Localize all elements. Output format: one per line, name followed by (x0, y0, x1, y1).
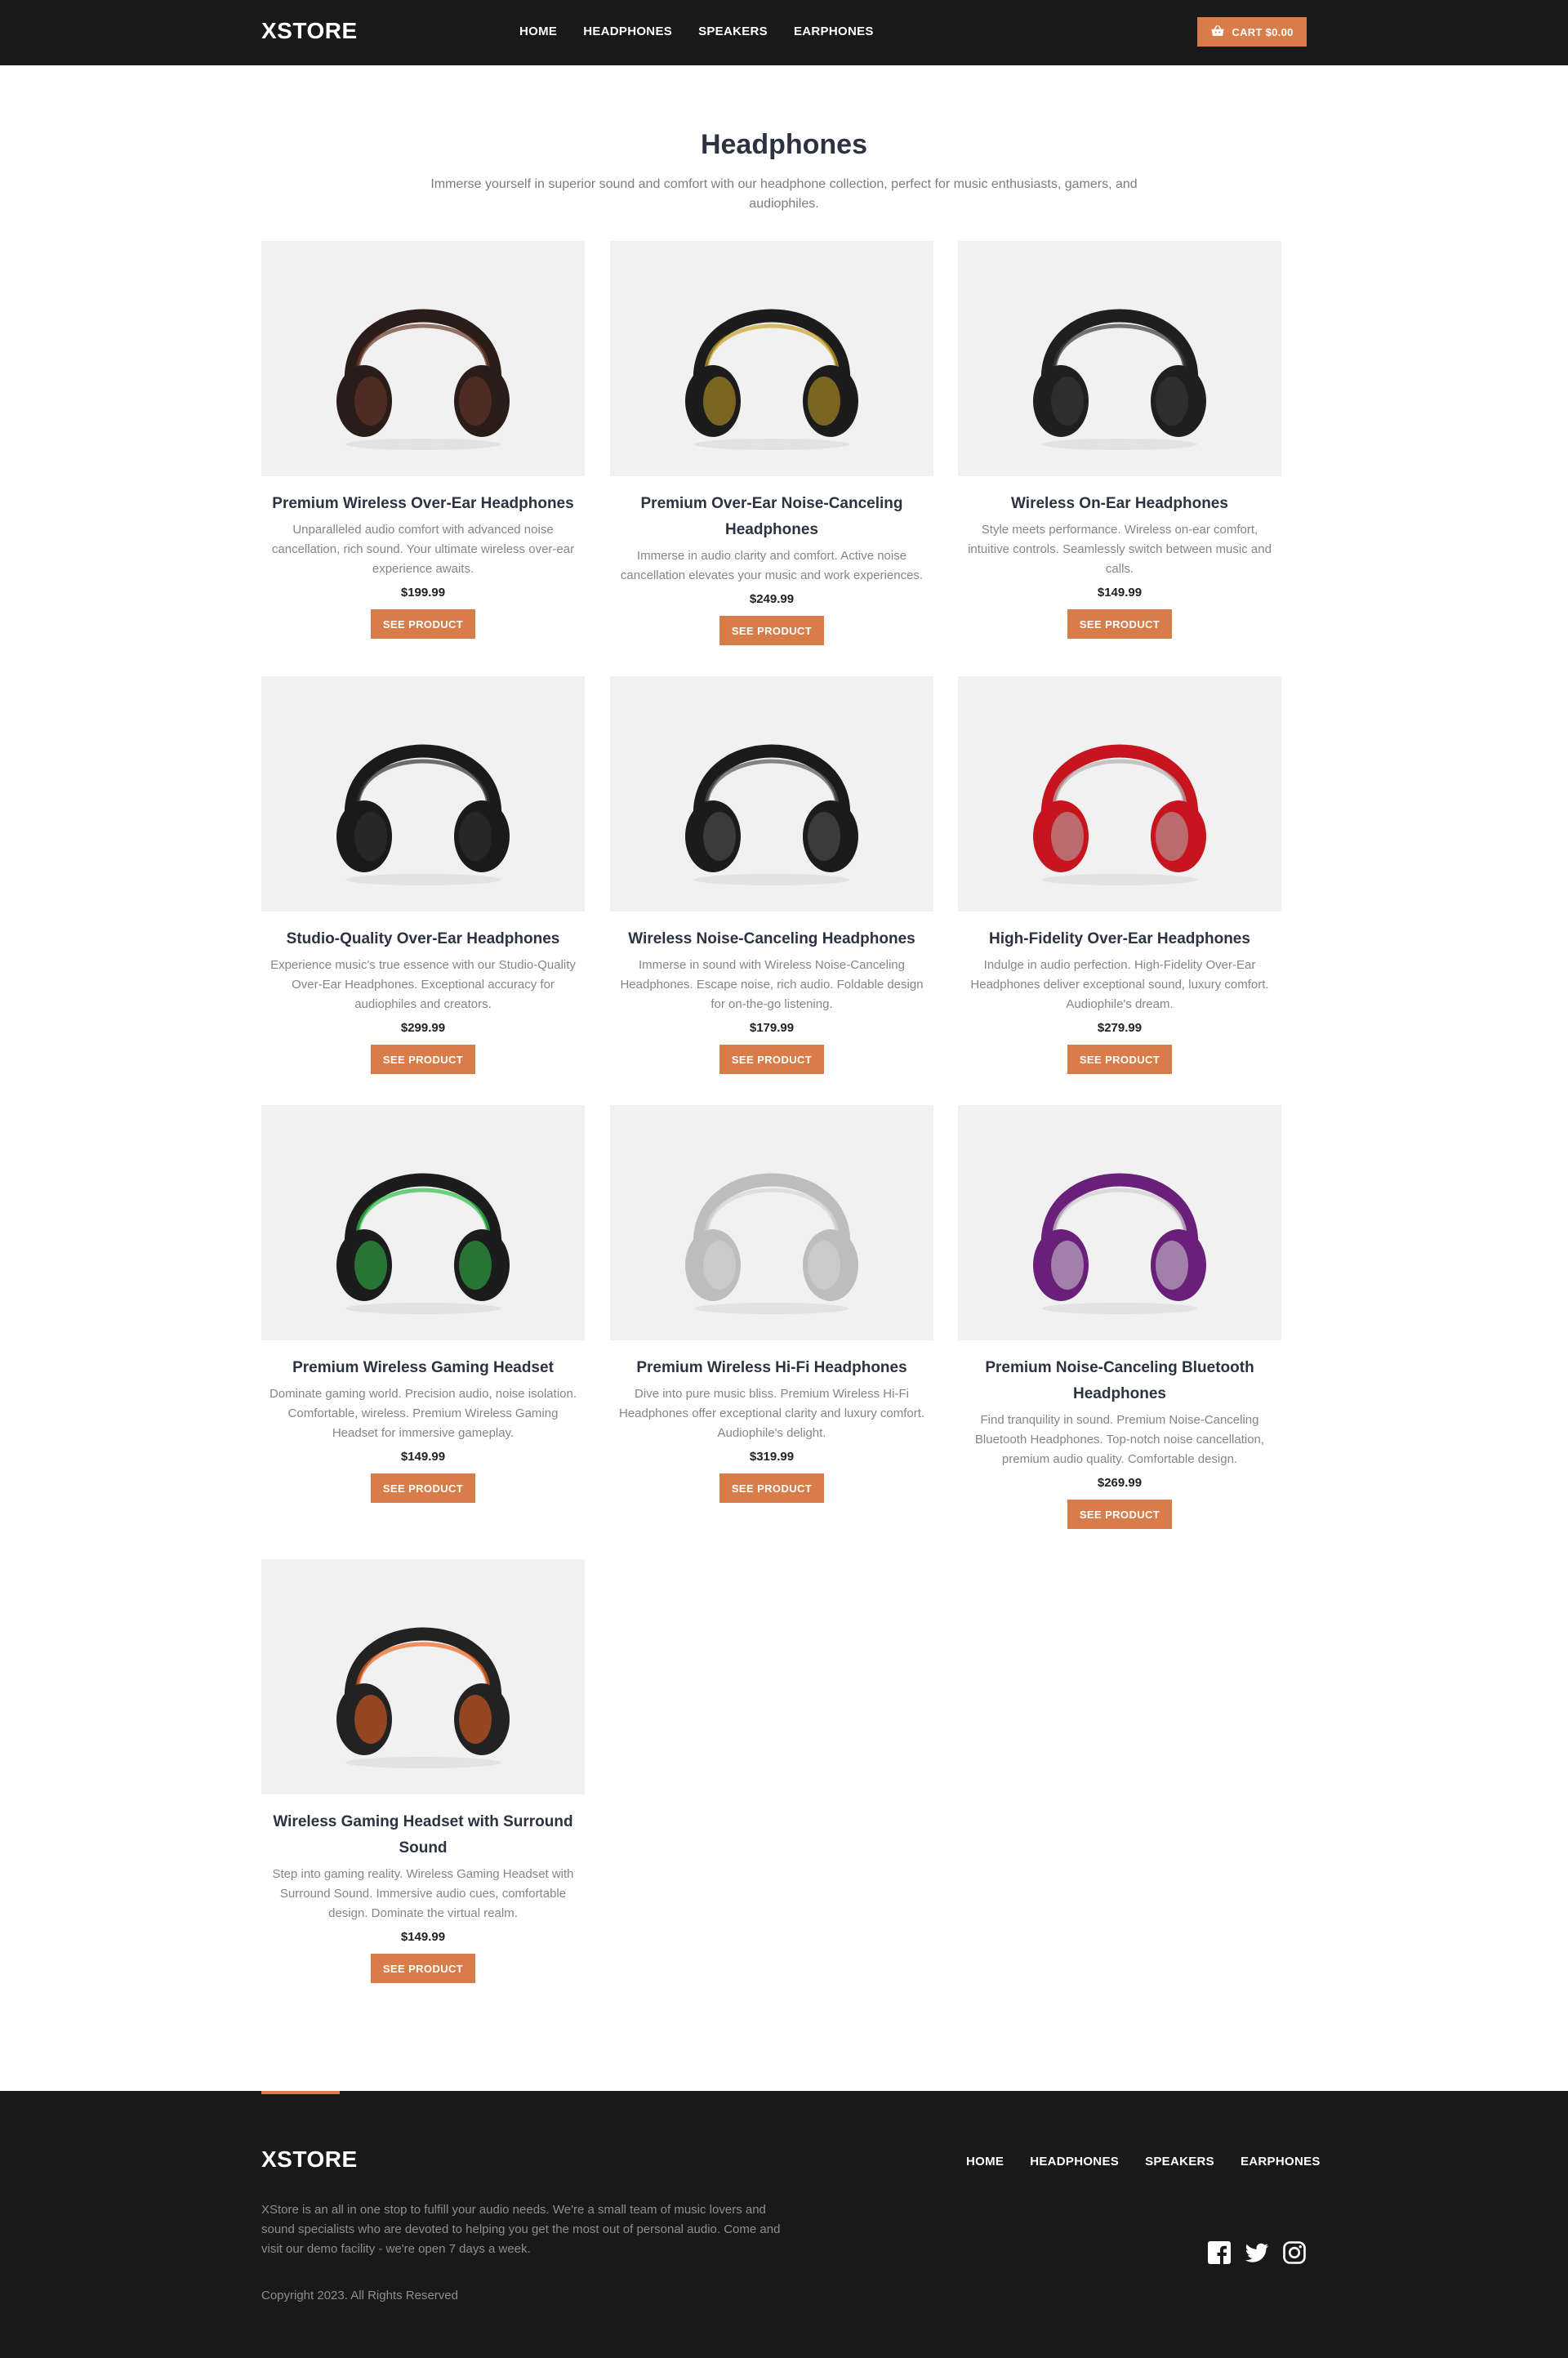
brand-logo[interactable]: XSTORE (261, 18, 358, 44)
headphones-icon (1033, 309, 1206, 450)
nav-home-link[interactable]: HOME (519, 25, 557, 38)
see-product-button[interactable]: SEE PRODUCT (1067, 609, 1172, 639)
product-price: $179.99 (749, 1021, 795, 1035)
product-description: Immerse in audio clarity and comfort. Ac… (620, 549, 924, 582)
product-price: $249.99 (749, 592, 795, 606)
site-footer: XSTORE HOME HEADPHONES SPEAKERS EARPHONE… (0, 2091, 1568, 2358)
product-card: Studio-Quality Over-Ear Headphones Experi… (261, 676, 585, 1074)
product-description: Find tranquility in sound. Premium Noise… (974, 1413, 1265, 1466)
product-description: Step into gaming reality. Wireless Gamin… (272, 1867, 574, 1920)
headphones-icon (685, 309, 858, 450)
see-product-button[interactable]: SEE PRODUCT (719, 616, 824, 645)
cart-label: CART $0.00 (1232, 25, 1294, 38)
see-product-button[interactable]: SEE PRODUCT (371, 1473, 475, 1503)
headphones-icon (1033, 1173, 1206, 1314)
product-description: Unparalleled audio comfort with advanced… (271, 523, 575, 576)
footer-nav: HOME HEADPHONES SPEAKERS EARPHONES (966, 2155, 1321, 2169)
page-title: Headphones (700, 129, 868, 160)
headphones-icon (336, 1173, 510, 1314)
product-card: Wireless On-Ear Headphones Style meets pe… (958, 241, 1281, 639)
product-card: Wireless Noise-Canceling Headphones Immer… (610, 676, 933, 1074)
product-image[interactable] (958, 1105, 1281, 1340)
see-product-button[interactable]: SEE PRODUCT (1067, 1045, 1172, 1074)
product-image[interactable] (261, 676, 585, 912)
product-price: $149.99 (400, 1450, 446, 1464)
product-name[interactable]: Premium Noise-Canceling Bluetooth Headph… (958, 1355, 1281, 1407)
nav-speakers-link[interactable]: SPEAKERS (698, 25, 768, 38)
cart-button[interactable]: CART $0.00 (1197, 17, 1307, 47)
basket-icon (1210, 24, 1225, 41)
headphones-icon (336, 744, 510, 885)
product-description: Dominate gaming world. Precision audio, … (269, 1387, 577, 1440)
page-subtitle: Immerse yourself in superior sound and c… (430, 177, 1138, 211)
see-product-button[interactable]: SEE PRODUCT (1067, 1500, 1172, 1529)
see-product-button[interactable]: SEE PRODUCT (371, 609, 475, 639)
footer-nav-speakers-link[interactable]: SPEAKERS (1145, 2155, 1214, 2169)
headphones-icon (685, 744, 858, 885)
product-image[interactable] (610, 1105, 933, 1340)
product-image[interactable] (261, 241, 585, 476)
product-card: Premium Noise-Canceling Bluetooth Headph… (958, 1105, 1281, 1529)
see-product-button[interactable]: SEE PRODUCT (719, 1473, 824, 1503)
product-name[interactable]: Studio-Quality Over-Ear Headphones (261, 926, 585, 952)
nav-headphones-link[interactable]: HEADPHONES (583, 25, 672, 38)
headphones-icon (336, 309, 510, 450)
product-card: Premium Wireless Hi-Fi Headphones Dive in… (610, 1105, 933, 1503)
product-image[interactable] (261, 1559, 585, 1794)
product-image[interactable] (610, 676, 933, 912)
product-image[interactable] (610, 241, 933, 476)
product-name[interactable]: Wireless On-Ear Headphones (958, 491, 1281, 517)
product-card: Wireless Gaming Headset with Surround So… (261, 1559, 585, 1983)
main-nav: HOME HEADPHONES SPEAKERS EARPHONES (519, 25, 874, 38)
product-price: $149.99 (400, 1930, 446, 1944)
footer-nav-home-link[interactable]: HOME (966, 2155, 1004, 2169)
product-card: High-Fidelity Over-Ear Headphones Indulge… (958, 676, 1281, 1074)
product-name[interactable]: Premium Over-Ear Noise-Canceling Headpho… (610, 491, 933, 543)
product-card: Premium Wireless Over-Ear Headphones Unpa… (261, 241, 585, 639)
facebook-icon[interactable] (1207, 2240, 1232, 2265)
footer-nav-headphones-link[interactable]: HEADPHONES (1030, 2155, 1119, 2169)
product-description: Experience music's true essence with our… (270, 958, 576, 1011)
instagram-icon[interactable] (1282, 2240, 1307, 2265)
product-description: Style meets performance. Wireless on-ear… (968, 523, 1272, 576)
footer-brand-logo[interactable]: XSTORE (261, 2146, 358, 2173)
see-product-button[interactable]: SEE PRODUCT (371, 1954, 475, 1983)
product-price: $279.99 (1097, 1021, 1143, 1035)
product-image[interactable] (261, 1105, 585, 1340)
top-navbar: XSTORE HOME HEADPHONES SPEAKERS EARPHONE… (0, 0, 1568, 65)
product-name[interactable]: Premium Wireless Over-Ear Headphones (261, 491, 585, 517)
headphones-icon (1033, 744, 1206, 885)
product-name[interactable]: High-Fidelity Over-Ear Headphones (958, 926, 1281, 952)
product-description: Dive into pure music bliss. Premium Wire… (618, 1387, 925, 1440)
nav-earphones-link[interactable]: EARPHONES (794, 25, 874, 38)
footer-copyright: Copyright 2023. All Rights Reserved (261, 2289, 458, 2302)
footer-nav-earphones-link[interactable]: EARPHONES (1241, 2155, 1321, 2169)
product-image[interactable] (958, 241, 1281, 476)
product-description: Indulge in audio perfection. High-Fideli… (970, 958, 1269, 1011)
product-price: $319.99 (749, 1450, 795, 1464)
product-name[interactable]: Premium Wireless Gaming Headset (261, 1355, 585, 1381)
product-price: $269.99 (1097, 1476, 1143, 1490)
product-description: Immerse in sound with Wireless Noise-Can… (620, 958, 924, 1011)
footer-accent-bar (261, 2091, 340, 2094)
footer-about-text: XStore is an all in one stop to fulfill … (261, 2203, 781, 2256)
product-price: $199.99 (400, 586, 446, 600)
see-product-button[interactable]: SEE PRODUCT (719, 1045, 824, 1074)
twitter-icon[interactable] (1245, 2240, 1269, 2265)
see-product-button[interactable]: SEE PRODUCT (371, 1045, 475, 1074)
product-card: Premium Wireless Gaming Headset Dominate … (261, 1105, 585, 1503)
product-price: $299.99 (400, 1021, 446, 1035)
product-name[interactable]: Wireless Noise-Canceling Headphones (610, 926, 933, 952)
product-name[interactable]: Premium Wireless Hi-Fi Headphones (610, 1355, 933, 1381)
social-links (1207, 2240, 1307, 2265)
product-card: Premium Over-Ear Noise-Canceling Headpho… (610, 241, 933, 645)
headphones-icon (685, 1173, 858, 1314)
headphones-icon (336, 1627, 510, 1768)
product-name[interactable]: Wireless Gaming Headset with Surround So… (261, 1809, 585, 1861)
product-image[interactable] (958, 676, 1281, 912)
product-price: $149.99 (1097, 586, 1143, 600)
